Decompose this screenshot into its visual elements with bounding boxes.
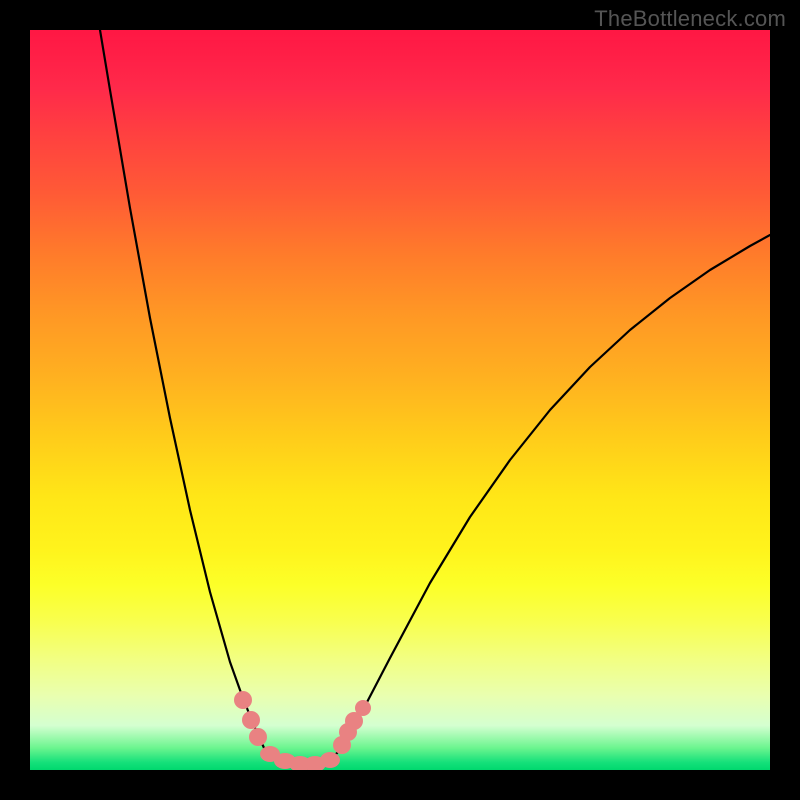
- curve-right-branch: [310, 235, 770, 765]
- plot-area: [30, 30, 770, 770]
- chart-frame: TheBottleneck.com: [0, 0, 800, 800]
- marker-point: [242, 711, 260, 729]
- marker-point: [355, 700, 371, 716]
- marker-point: [234, 691, 252, 709]
- watermark-text: TheBottleneck.com: [594, 6, 786, 32]
- curve-markers: [234, 691, 371, 770]
- marker-point: [249, 728, 267, 746]
- curve-left-branch: [100, 30, 310, 765]
- curve-svg: [30, 30, 770, 770]
- marker-point: [320, 752, 340, 768]
- curve-lines: [100, 30, 770, 765]
